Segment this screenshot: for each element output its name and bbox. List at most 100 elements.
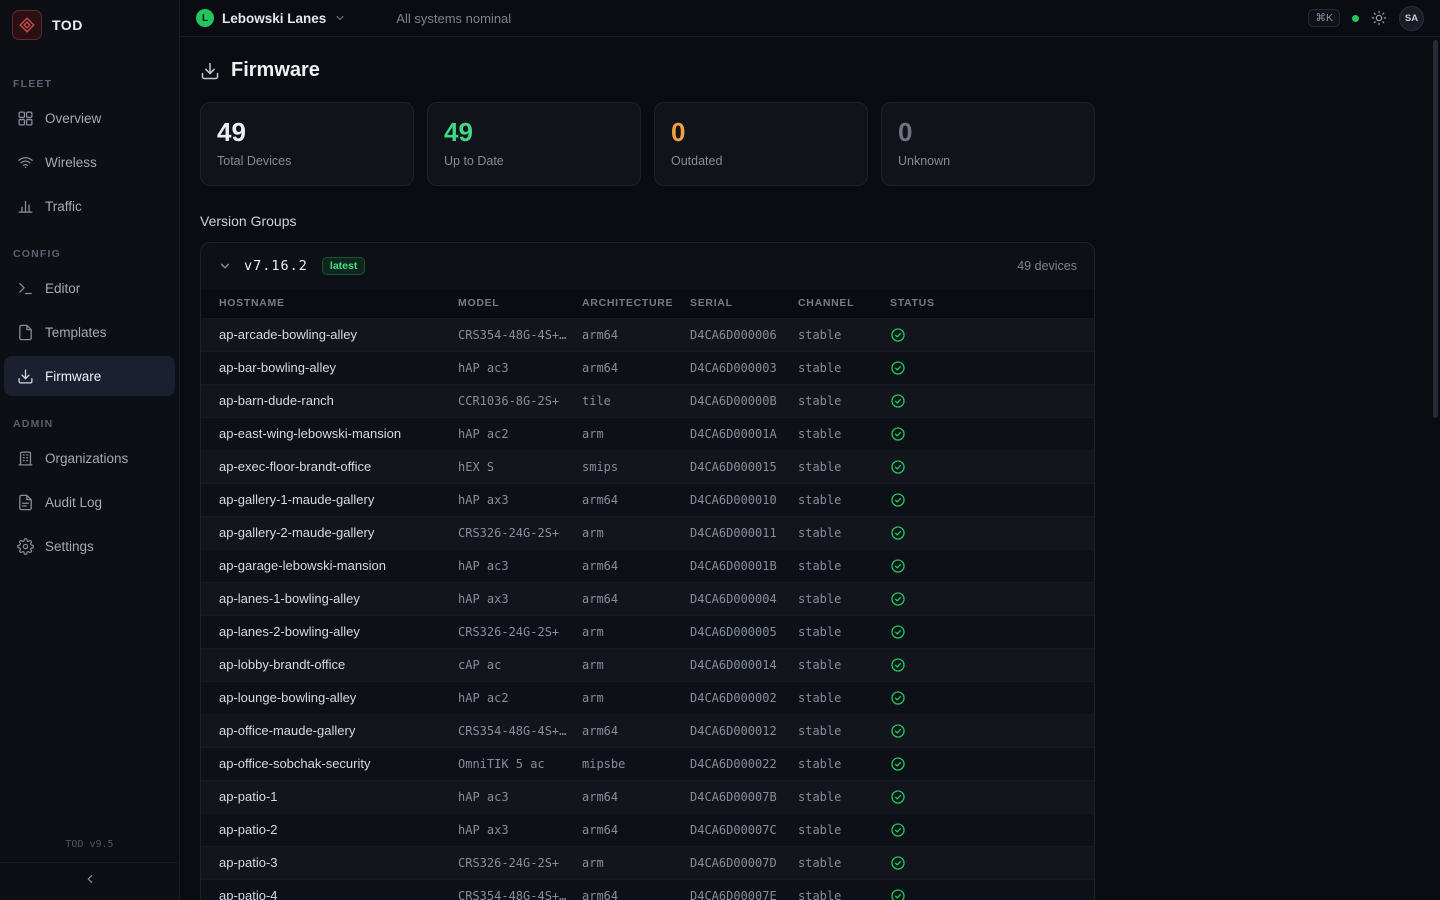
serial-cell: D4CA6D000011 <box>690 516 798 549</box>
column-header-architecture: ARCHITECTURE <box>582 289 690 318</box>
hostname-cell: ap-garage-lebowski-mansion <box>201 549 458 582</box>
channel-cell: stable <box>798 846 890 879</box>
sidebar-item-settings[interactable]: Settings <box>4 526 175 566</box>
stat-card-unknown: 0 Unknown <box>881 102 1095 186</box>
channel-cell: stable <box>798 549 890 582</box>
device-row[interactable]: ap-barn-dude-ranchCCR1036-8G-2S+tileD4CA… <box>201 384 1094 417</box>
device-row[interactable]: ap-lanes-1-bowling-alleyhAP ax3arm64D4CA… <box>201 582 1094 615</box>
model-cell: hAP ax3 <box>458 582 582 615</box>
main-area: L Lebowski Lanes All systems nominal ⌘K … <box>180 0 1440 900</box>
architecture-cell: arm64 <box>582 714 690 747</box>
hostname-cell: ap-patio-3 <box>201 846 458 879</box>
device-row[interactable]: ap-patio-3CRS326-24G-2S+armD4CA6D00007Ds… <box>201 846 1094 879</box>
nav-section-admin: ADMIN Organizations Audit Log <box>0 418 179 566</box>
device-row[interactable]: ap-exec-floor-brandt-officehEX SsmipsD4C… <box>201 450 1094 483</box>
nav-section-config: CONFIG Editor Templates <box>0 248 179 396</box>
device-row[interactable]: ap-lobby-brandt-officecAP acarmD4CA6D000… <box>201 648 1094 681</box>
model-cell: CRS326-24G-2S+ <box>458 615 582 648</box>
serial-cell: D4CA6D000002 <box>690 681 798 714</box>
serial-cell: D4CA6D00001A <box>690 417 798 450</box>
status-ok-check-icon <box>890 624 906 640</box>
status-cell <box>890 549 1094 582</box>
channel-cell: stable <box>798 747 890 780</box>
chevron-down-icon[interactable] <box>218 259 232 273</box>
status-ok-check-icon <box>890 789 906 805</box>
status-cell <box>890 648 1094 681</box>
device-row[interactable]: ap-patio-1hAP ac3arm64D4CA6D00007Bstable <box>201 780 1094 813</box>
device-row[interactable]: ap-garage-lebowski-mansionhAP ac3arm64D4… <box>201 549 1094 582</box>
status-cell <box>890 516 1094 549</box>
sidebar-item-traffic[interactable]: Traffic <box>4 186 175 226</box>
sidebar-item-templates[interactable]: Templates <box>4 312 175 352</box>
version-group-header[interactable]: v7.16.2 latest 49 devices <box>201 243 1094 289</box>
device-row[interactable]: ap-gallery-2-maude-galleryCRS326-24G-2S+… <box>201 516 1094 549</box>
stat-value: 49 <box>217 118 397 147</box>
stat-label: Up to Date <box>444 154 624 168</box>
status-cell <box>890 615 1094 648</box>
sidebar-item-audit-log[interactable]: Audit Log <box>4 482 175 522</box>
serial-cell: D4CA6D000004 <box>690 582 798 615</box>
serial-cell: D4CA6D000005 <box>690 615 798 648</box>
sidebar-item-organizations[interactable]: Organizations <box>4 438 175 478</box>
column-header-model: MODEL <box>458 289 582 318</box>
architecture-cell: arm64 <box>582 318 690 351</box>
model-cell: hAP ac2 <box>458 417 582 450</box>
nav-section-label: FLEET <box>0 78 179 98</box>
serial-cell: D4CA6D00001B <box>690 549 798 582</box>
model-cell: hAP ac3 <box>458 549 582 582</box>
sidebar-item-label: Audit Log <box>45 495 102 510</box>
building-icon <box>17 450 34 467</box>
device-row[interactable]: ap-patio-2hAP ax3arm64D4CA6D00007Cstable <box>201 813 1094 846</box>
device-row[interactable]: ap-arcade-bowling-alleyCRS354-48G-4S+…ar… <box>201 318 1094 351</box>
status-cell <box>890 681 1094 714</box>
theme-toggle-sun-icon[interactable] <box>1371 10 1387 26</box>
nav-section-label: CONFIG <box>0 248 179 268</box>
channel-cell: stable <box>798 318 890 351</box>
sidebar-collapse-button[interactable] <box>0 862 179 900</box>
device-row[interactable]: ap-office-sobchak-securityOmniTIK 5 acmi… <box>201 747 1094 780</box>
device-row[interactable]: ap-lounge-bowling-alleyhAP ac2armD4CA6D0… <box>201 681 1094 714</box>
command-palette-shortcut[interactable]: ⌘K <box>1308 9 1340 27</box>
model-cell: hEX S <box>458 450 582 483</box>
status-cell <box>890 582 1094 615</box>
sidebar-item-overview[interactable]: Overview <box>4 98 175 138</box>
sidebar-item-label: Organizations <box>45 451 128 466</box>
status-ok-check-icon <box>890 822 906 838</box>
architecture-cell: arm <box>582 417 690 450</box>
channel-cell: stable <box>798 879 890 900</box>
hostname-cell: ap-office-sobchak-security <box>201 747 458 780</box>
channel-cell: stable <box>798 813 890 846</box>
hostname-cell: ap-patio-2 <box>201 813 458 846</box>
sidebar-item-firmware[interactable]: Firmware <box>4 356 175 396</box>
version-group-panel: v7.16.2 latest 49 devices HOSTNAME MODEL… <box>200 242 1095 900</box>
hostname-cell: ap-bar-bowling-alley <box>201 351 458 384</box>
document-icon <box>17 494 34 511</box>
sidebar-item-wireless[interactable]: Wireless <box>4 142 175 182</box>
architecture-cell: smips <box>582 450 690 483</box>
org-name: Lebowski Lanes <box>222 11 326 26</box>
device-row[interactable]: ap-office-maude-galleryCRS354-48G-4S+…ar… <box>201 714 1094 747</box>
device-row[interactable]: ap-bar-bowling-alleyhAP ac3arm64D4CA6D00… <box>201 351 1094 384</box>
device-row[interactable]: ap-lanes-2-bowling-alleyCRS326-24G-2S+ar… <box>201 615 1094 648</box>
device-row[interactable]: ap-patio-4CRS354-48G-4S+…arm64D4CA6D0000… <box>201 879 1094 900</box>
system-status-text: All systems nominal <box>396 11 511 26</box>
user-avatar[interactable]: SA <box>1399 6 1424 31</box>
device-count: 49 devices <box>1017 259 1077 273</box>
device-row[interactable]: ap-east-wing-lebowski-mansionhAP ac2armD… <box>201 417 1094 450</box>
sidebar-item-editor[interactable]: Editor <box>4 268 175 308</box>
sidebar-item-label: Overview <box>45 111 101 126</box>
channel-cell: stable <box>798 615 890 648</box>
version-groups-title: Version Groups <box>200 213 1095 229</box>
scrollbar-thumb[interactable] <box>1433 40 1438 418</box>
model-cell: CRS354-48G-4S+… <box>458 714 582 747</box>
architecture-cell: arm <box>582 516 690 549</box>
org-selector[interactable]: L Lebowski Lanes <box>196 9 346 27</box>
channel-cell: stable <box>798 780 890 813</box>
status-ok-check-icon <box>890 459 906 475</box>
stat-label: Unknown <box>898 154 1078 168</box>
architecture-cell: arm64 <box>582 813 690 846</box>
device-row[interactable]: ap-gallery-1-maude-galleryhAP ax3arm64D4… <box>201 483 1094 516</box>
app-logo-row: TOD <box>0 0 179 52</box>
hostname-cell: ap-gallery-1-maude-gallery <box>201 483 458 516</box>
serial-cell: D4CA6D000003 <box>690 351 798 384</box>
